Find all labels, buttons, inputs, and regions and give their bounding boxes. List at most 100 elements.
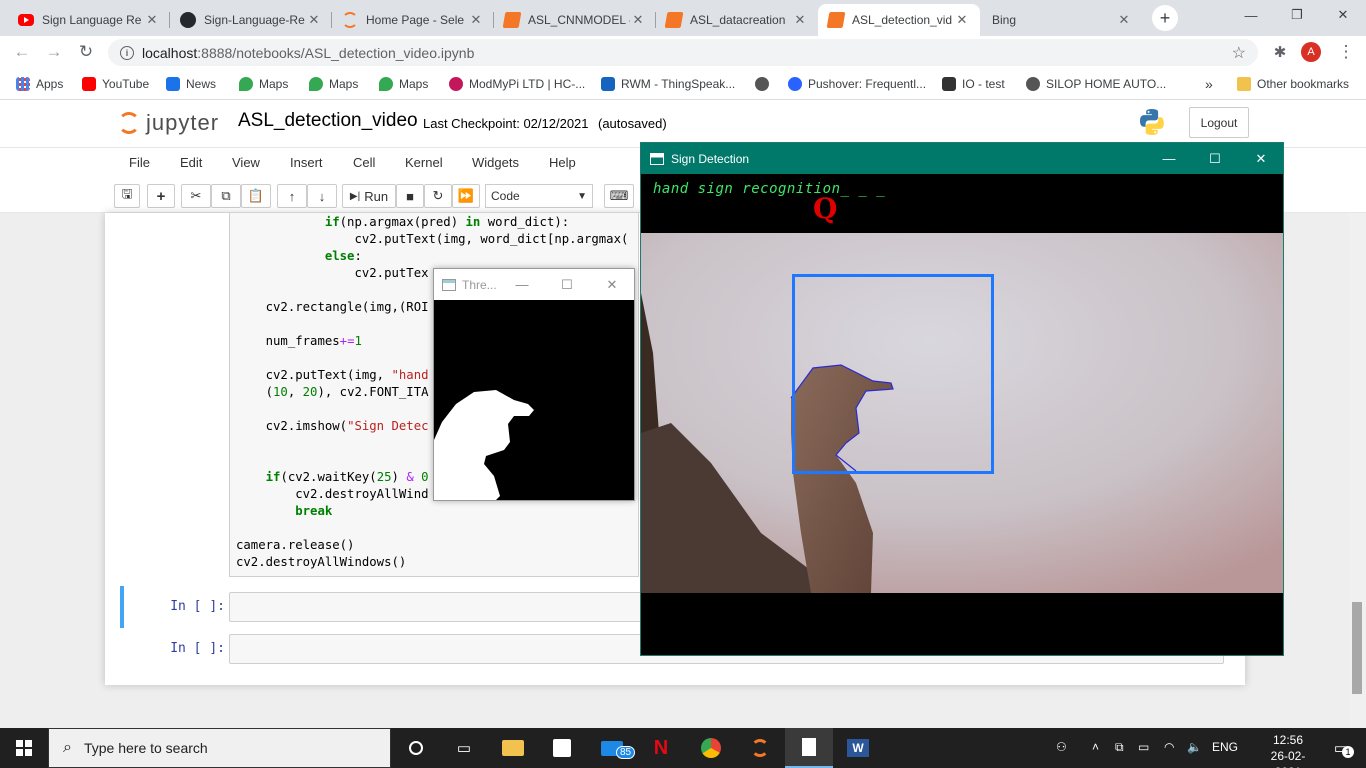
menu-widgets[interactable]: Widgets: [472, 155, 519, 170]
wifi-icon[interactable]: ◠: [1164, 740, 1174, 754]
move-down-arrow-icon[interactable]: ↓: [307, 184, 337, 208]
tab-bing[interactable]: Bing ✕: [980, 4, 1142, 36]
windows-start-icon[interactable]: [0, 728, 48, 768]
code-line: cv2.rectangle(img,(ROI: [236, 300, 429, 314]
close-icon[interactable]: ✕: [306, 12, 322, 28]
close-icon[interactable]: ✕: [1238, 143, 1284, 174]
close-icon[interactable]: ✕: [1116, 12, 1132, 28]
system-clock[interactable]: 12:56 26-02-2021: [1258, 732, 1318, 768]
bookmark-globe[interactable]: [755, 75, 775, 93]
jupyter-logo[interactable]: jupyter: [118, 110, 219, 136]
cortana-circle-icon[interactable]: [392, 728, 440, 768]
extensions-puzzle-icon[interactable]: ✱: [1268, 40, 1292, 64]
menu-file[interactable]: File: [129, 155, 150, 170]
minimize-icon[interactable]: —: [499, 269, 545, 300]
file-explorer-icon[interactable]: [489, 728, 537, 768]
tab-home-page[interactable]: Home Page - Sele ✕: [332, 4, 494, 36]
menu-view[interactable]: View: [232, 155, 260, 170]
taskbar-search-box[interactable]: ⌕ Type here to search: [48, 728, 391, 768]
keyboard-icon[interactable]: ⌨: [604, 184, 634, 208]
cut-scissors-icon[interactable]: ✂: [181, 184, 211, 208]
bookmark-news[interactable]: News: [166, 75, 216, 93]
profile-avatar[interactable]: A: [1301, 42, 1321, 62]
cell-type-value: Code: [491, 189, 520, 203]
maximize-icon[interactable]: ☐: [1192, 143, 1238, 174]
jupyter-icon[interactable]: [736, 728, 784, 768]
other-bookmarks[interactable]: Other bookmarks: [1237, 75, 1349, 93]
back-arrow-icon[interactable]: ←: [10, 40, 34, 64]
close-window-icon[interactable]: ✕: [1320, 0, 1366, 30]
tab-asl-detection-video[interactable]: ASL_detection_vid ✕: [818, 4, 980, 36]
fast-forward-icon[interactable]: ⏩: [452, 184, 480, 208]
close-icon[interactable]: ✕: [792, 12, 808, 28]
run-button[interactable]: ▶| Run: [342, 184, 396, 208]
bookmark-silop[interactable]: SILOP HOME AUTO...: [1026, 75, 1166, 93]
tab-title: Home Page - Sele: [366, 13, 465, 27]
code-token: "hand: [391, 368, 429, 382]
bookmark-maps-2[interactable]: Maps: [309, 75, 358, 93]
network-drive-icon[interactable]: ⧉: [1115, 740, 1124, 755]
battery-icon[interactable]: ▭: [1138, 740, 1149, 754]
paste-icon[interactable]: 📋: [241, 184, 271, 208]
chrome-icon[interactable]: [687, 728, 735, 768]
menu-edit[interactable]: Edit: [180, 155, 202, 170]
close-icon[interactable]: ✕: [468, 12, 484, 28]
code-token: 25: [376, 470, 392, 484]
bookmark-maps-1[interactable]: Maps: [239, 75, 288, 93]
bookmark-youtube[interactable]: YouTube: [82, 75, 149, 93]
close-icon[interactable]: ✕: [589, 269, 635, 300]
tab-asl-datacreation[interactable]: ASL_datacreation ✕: [656, 4, 818, 36]
minimize-icon[interactable]: —: [1228, 0, 1274, 30]
cell-type-select[interactable]: Code ▼: [485, 184, 593, 208]
task-view-icon[interactable]: ▭: [440, 728, 488, 768]
volume-icon[interactable]: 🔈: [1187, 740, 1202, 754]
tab-asl-cnnmodel[interactable]: ASL_CNNMODEL - ✕: [494, 4, 656, 36]
bookmark-modmypi[interactable]: ModMyPi LTD | HC-...: [449, 75, 585, 93]
scrollbar-thumb[interactable]: [1352, 602, 1362, 694]
insert-cell-plus-icon[interactable]: +: [147, 184, 175, 208]
restart-icon[interactable]: ↻: [424, 184, 452, 208]
minimize-icon[interactable]: —: [1146, 143, 1192, 174]
netflix-icon[interactable]: N: [637, 728, 685, 768]
close-icon[interactable]: ✕: [144, 12, 160, 28]
address-bar[interactable]: i localhost:8888/notebooks/ASL_detection…: [108, 39, 1258, 66]
bookmark-star-icon[interactable]: ☆: [1232, 43, 1246, 63]
word-icon[interactable]: W: [834, 728, 882, 768]
people-icon[interactable]: ⚇: [1056, 740, 1067, 754]
bookmark-thingspeak[interactable]: RWM - ThingSpeak...: [601, 75, 735, 93]
tab-sign-language-youtube[interactable]: Sign Language Re ✕: [8, 4, 170, 36]
bookmark-maps-3[interactable]: Maps: [379, 75, 428, 93]
bookmark-io-test[interactable]: IO - test: [942, 75, 1005, 93]
notification-center-icon[interactable]: ▭ 1: [1318, 728, 1364, 768]
menu-insert[interactable]: Insert: [290, 155, 323, 170]
close-icon[interactable]: ✕: [630, 12, 646, 28]
restore-icon[interactable]: ❐: [1274, 0, 1320, 30]
forward-arrow-icon[interactable]: →: [42, 40, 66, 64]
sign-detection-title-bar[interactable]: Sign Detection — ☐ ✕: [641, 143, 1283, 174]
save-icon[interactable]: 🖫: [114, 184, 140, 208]
maximize-icon[interactable]: ☐: [544, 269, 590, 300]
threshold-title-bar[interactable]: Thre... — ☐ ✕: [434, 269, 634, 300]
store-icon[interactable]: [538, 728, 586, 768]
bookmark-pushover[interactable]: Pushover: Frequentl...: [788, 75, 926, 93]
bookmark-apps[interactable]: Apps: [16, 75, 63, 93]
notepad-icon[interactable]: [785, 728, 833, 768]
reload-icon[interactable]: ↻: [74, 40, 98, 64]
show-hidden-chevron-icon[interactable]: ˄: [1092, 740, 1099, 754]
mail-icon[interactable]: 85: [588, 728, 636, 768]
copy-icon[interactable]: ⧉: [211, 184, 241, 208]
notebook-title[interactable]: ASL_detection_video: [238, 110, 418, 132]
info-icon[interactable]: i: [120, 45, 134, 60]
language-indicator[interactable]: ENG: [1212, 740, 1238, 754]
bookmarks-overflow-chevron-icon[interactable]: »: [1205, 75, 1213, 93]
close-icon[interactable]: ✕: [954, 12, 970, 28]
stop-square-icon[interactable]: ■: [396, 184, 424, 208]
move-up-arrow-icon[interactable]: ↑: [277, 184, 307, 208]
menu-kernel[interactable]: Kernel: [405, 155, 443, 170]
menu-help[interactable]: Help: [549, 155, 576, 170]
more-menu-icon[interactable]: ⋮: [1334, 40, 1358, 64]
logout-button[interactable]: Logout: [1189, 107, 1249, 138]
tab-sign-language-github[interactable]: Sign-Language-Re ✕: [170, 4, 332, 36]
new-tab-button[interactable]: +: [1152, 5, 1178, 31]
menu-cell[interactable]: Cell: [353, 155, 375, 170]
